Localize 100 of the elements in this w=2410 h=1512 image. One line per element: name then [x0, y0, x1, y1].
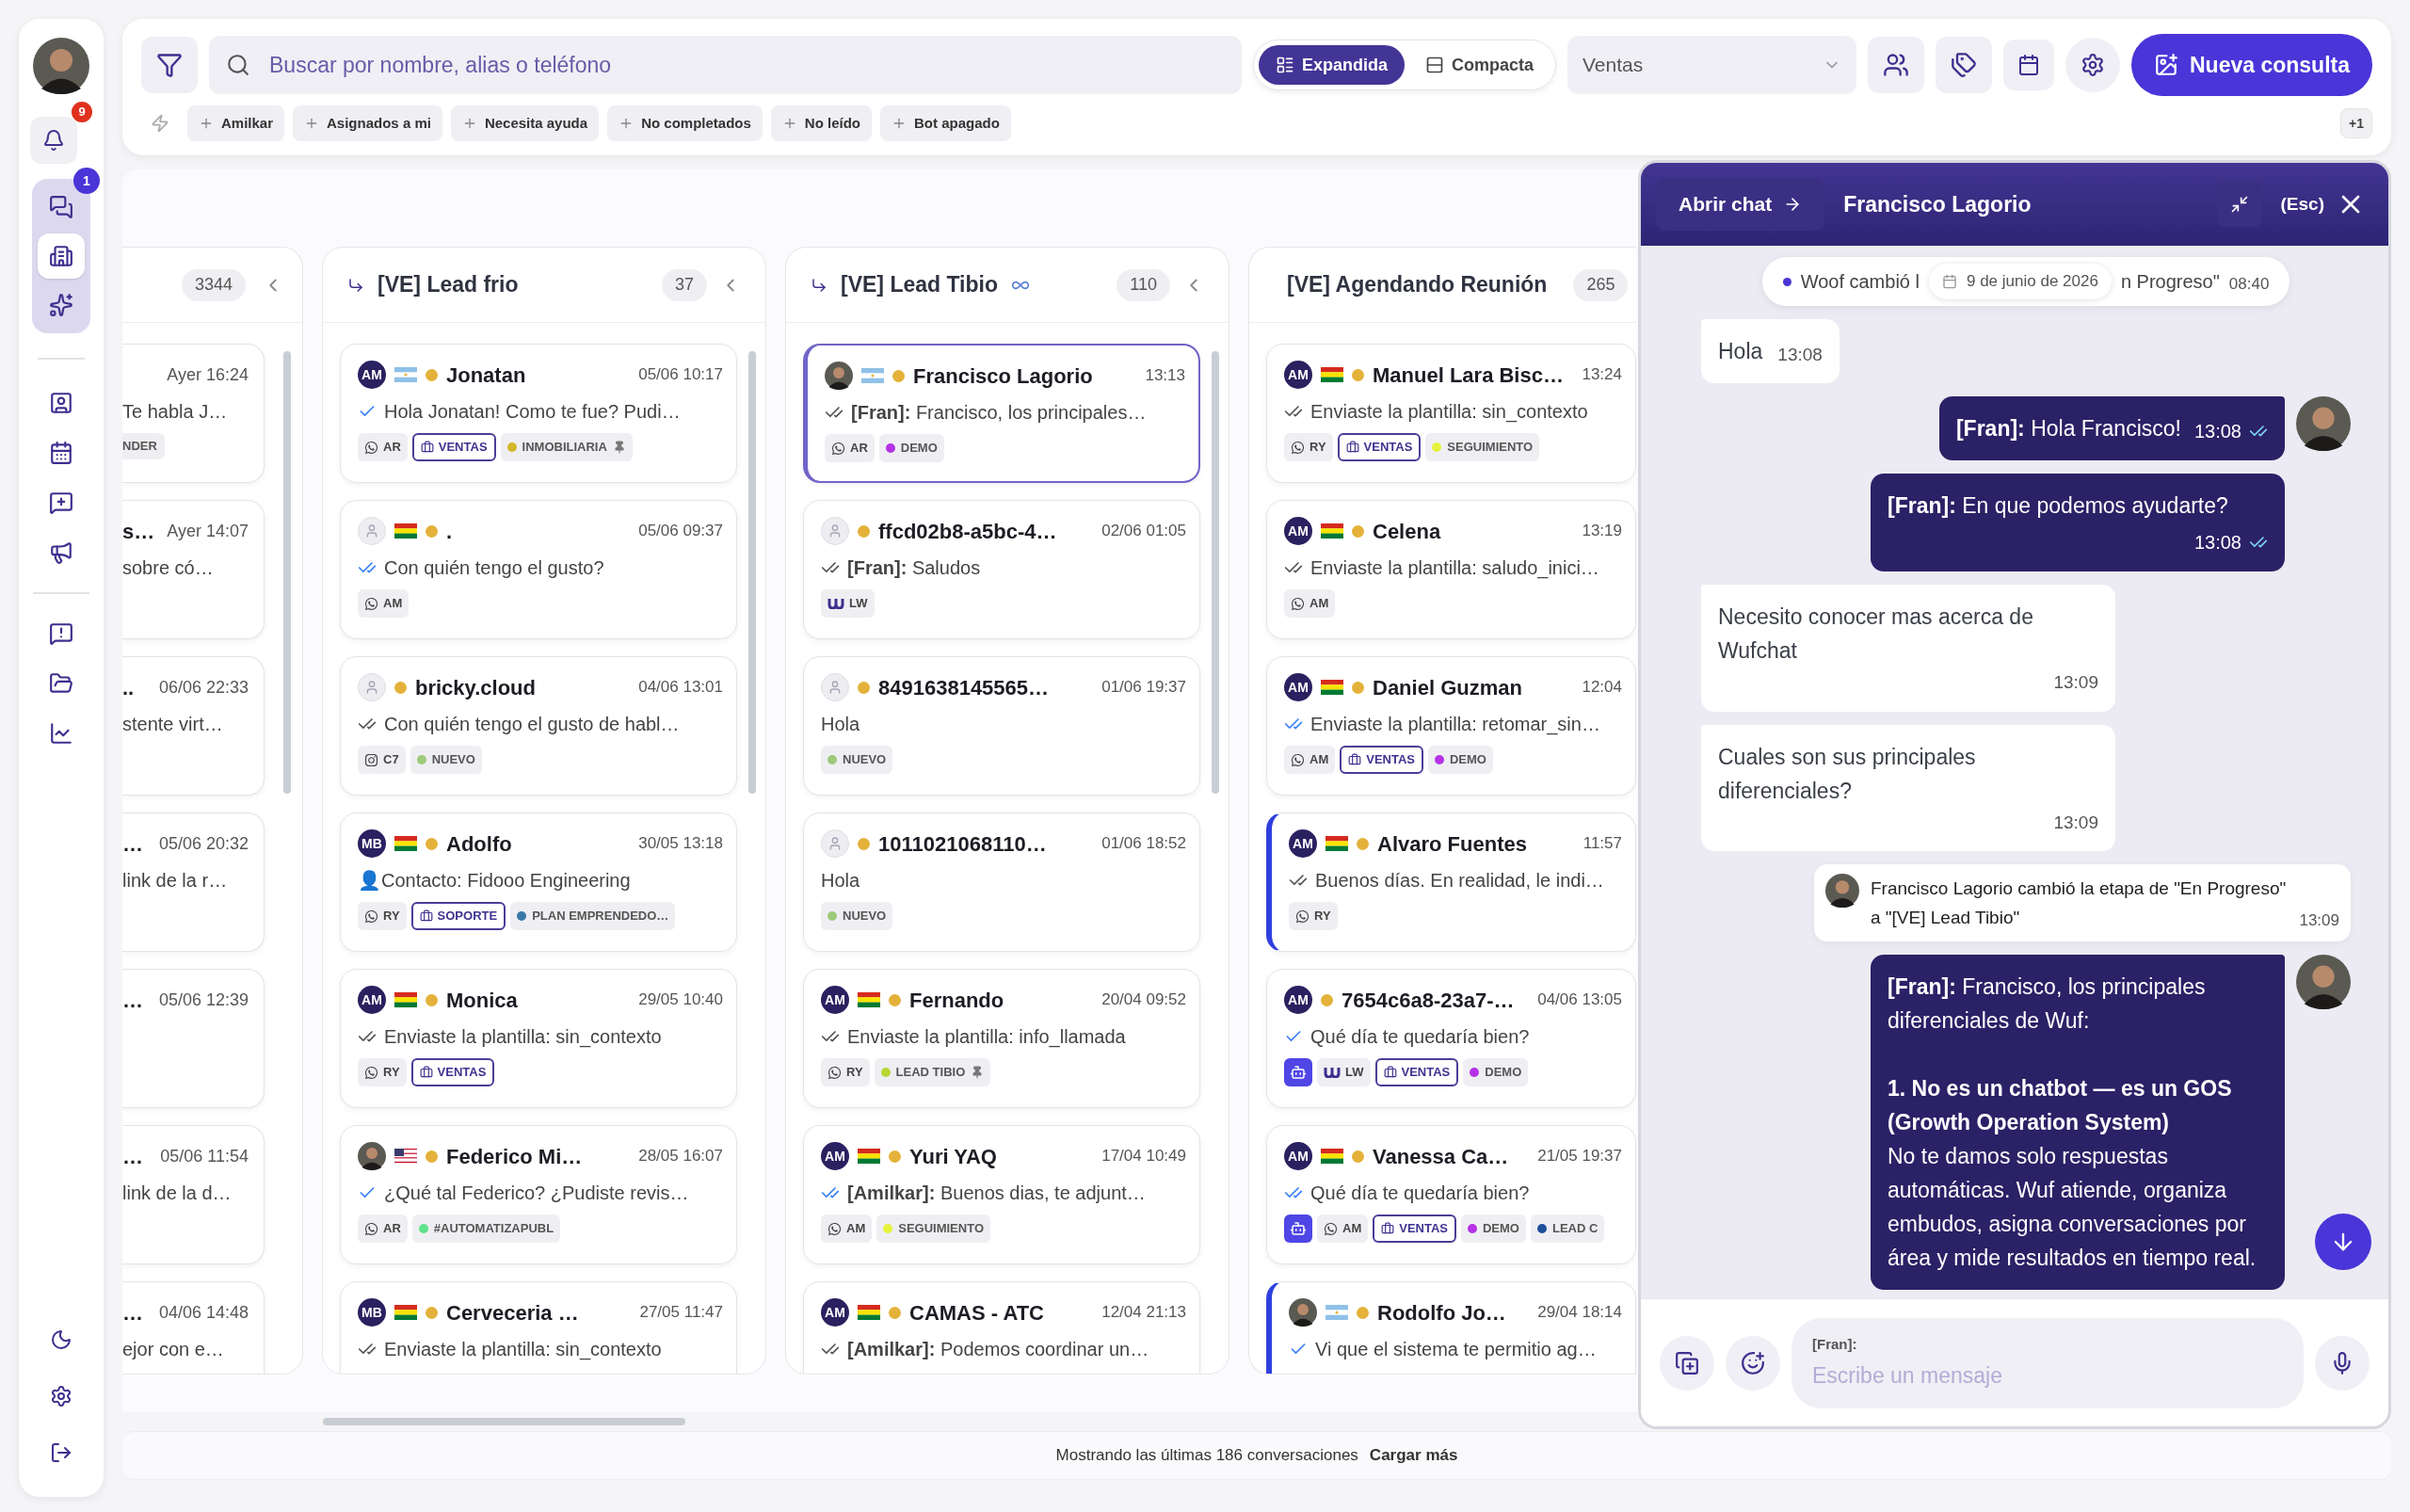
conversation-card[interactable]: AM 7654c6a8-23a7-… 04/06 13:05 Qué día te quedaría bien? LW VENTAS DEMO	[1266, 969, 1636, 1108]
conversation-card[interactable]: AM Yuri YAQ 17/04 10:49 [Amilkar]: Buenos dias, te adjunt… AM SEGUIMIENTO	[803, 1125, 1200, 1264]
minimize-button[interactable]	[2216, 182, 2262, 227]
nav-button[interactable]	[38, 233, 85, 279]
quick-filter-chip[interactable]: No leído	[770, 105, 872, 141]
conversation-card[interactable]: AM Fernando 20/04 09:52 Enviaste la plantilla: info_llamada RY LEAD TIBIO	[803, 969, 1200, 1108]
avatar: AM	[821, 1142, 849, 1170]
avatar: AM	[358, 986, 386, 1014]
timestamp: 13:09	[2299, 909, 2339, 931]
quick-filter-chip[interactable]: Amilkar	[187, 105, 285, 141]
conversation-card[interactable]: … 05/06 11:54 link de la d…	[122, 1125, 265, 1264]
plus-icon	[892, 116, 907, 131]
tag-label: AM	[1309, 751, 1329, 769]
message-field[interactable]: [Fran]: Escribe un mensaje	[1791, 1317, 2304, 1408]
conversation-card[interactable]: AM Manuel Lara Bisc… 13:24 Enviaste la plantilla: sin_contexto RY VENTAS SEGUIMIENTO	[1266, 344, 1636, 483]
tags-button[interactable]	[1936, 37, 1992, 93]
conversation-card[interactable]: 8491638145565… 01/06 19:37 Hola NUEVO	[803, 656, 1200, 796]
whatsapp-icon	[1291, 752, 1305, 767]
tag-label: C7	[383, 751, 399, 769]
conversation-card[interactable]: bricky.cloud 04/06 13:01 Con quién tengo el gusto de habl… C7 NUEVO	[340, 656, 737, 796]
message-preview: [Amilkar]: Podemos coordinar un…	[847, 1338, 1149, 1361]
conversation-card[interactable]: .. 06/06 22:33 stente virt…	[122, 656, 265, 796]
briefcase-icon	[1381, 1222, 1395, 1235]
tag-label: SOPORTE	[437, 908, 498, 925]
conversation-card[interactable]: AM Monica 29/05 10:40 Enviaste la plantilla: sin_contexto RY VENTAS	[340, 969, 737, 1108]
conversation-card[interactable]: . 05/06 09:37 Con quién tengo el gusto? AM	[340, 500, 737, 639]
contact-name: …	[122, 1143, 143, 1170]
message-preview: Con quién tengo el gusto de habl…	[384, 713, 680, 736]
scroll-down-button[interactable]	[2315, 1214, 2371, 1270]
conversation-card[interactable]: s… Ayer 14:07 sobre có…	[122, 500, 265, 639]
view-mode-tab[interactable]: Expandida	[1258, 45, 1405, 85]
conversation-card[interactable]: MB Cerveceria … 27/05 11:47 Enviaste la plantilla: sin_contexto	[340, 1281, 737, 1374]
conversation-card[interactable]: AM Jonatan 05/06 10:17 Hola Jonatan! Como te fue? Pudi… AR VENTAS INMOBILIARIA	[340, 344, 737, 483]
conversation-card[interactable]: … 05/06 20:32 link de la r…	[122, 812, 265, 952]
conversation-card[interactable]: MB Adolfo 30/05 13:18 👤Contacto: Fidooo Engineering RY SOPORTE PLAN EMPRENDEDO…	[340, 812, 737, 952]
calendar-icon	[49, 441, 73, 465]
view-mode-tab[interactable]: Compacta	[1407, 45, 1550, 85]
search-input[interactable]: Buscar por nombre, alias o teléfono	[269, 48, 1225, 82]
whatsapp-icon	[831, 441, 845, 456]
avatar: AM	[358, 361, 386, 389]
message-preview: Hola Jonatan! Como te fue? Pudi…	[384, 400, 681, 424]
notifications-button[interactable]	[30, 117, 77, 164]
filter-button[interactable]	[141, 37, 198, 93]
message-preview: link de la r…	[122, 869, 228, 893]
sender-prefix: [Fran]:	[1812, 1335, 1858, 1354]
conversation-card[interactable]: … 05/06 12:39	[122, 969, 265, 1108]
timestamp: 11:57	[1583, 833, 1622, 855]
conversation-card[interactable]: AM Alvaro Fuentes 11:57 Buenos días. En realidad, le indi… RY	[1266, 812, 1636, 952]
avatar: AM	[1289, 829, 1317, 858]
conversation-card[interactable]: AM Celena 13:19 Enviaste la plantilla: saludo_inici… AM	[1266, 500, 1636, 639]
tag-label: NUEVO	[843, 908, 887, 925]
conversation-card[interactable]: 1011021068110… 01/06 18:52 Hola NUEVO	[803, 812, 1200, 952]
conversation-card[interactable]: Rodolfo Jo… 29/04 18:14 Vi que el sistema te permitio ag…	[1266, 1281, 1636, 1374]
quick-filter-chip[interactable]: Asignados a mi	[293, 105, 442, 141]
pipeline-select[interactable]: Ventas	[1567, 36, 1856, 94]
users-icon	[1883, 52, 1909, 78]
contact-name: Manuel Lara Bisc…	[1373, 362, 1564, 389]
timestamp: 30/05 13:18	[638, 833, 723, 855]
conversation-card[interactable]: AM Vanessa Ca… 21/05 19:37 Qué día te quedaría bien? AM VENTAS DEMO LEAD C	[1266, 1125, 1636, 1264]
message-preview: 👤Contacto: Fidooo Engineering	[358, 869, 631, 893]
conversation-card[interactable]: Francisco Lagorio 13:13 [Fran]: Francisco, los principales… AR DEMO	[803, 344, 1200, 483]
whatsapp-icon	[364, 909, 378, 924]
whatsapp-icon	[364, 1065, 378, 1080]
conversation-card[interactable]: ffcd02b8-a5bc-4… 02/06 01:05 [Fran]: Saludos LW	[803, 500, 1200, 639]
conversation-card[interactable]: AM Daniel Guzman 12:04 Enviaste la plantilla: retomar_sin… AM VENTAS DEMO	[1266, 656, 1636, 796]
avatar: MB	[358, 1298, 386, 1327]
conversation-card[interactable]: AM CAMAS - ATC 12/04 21:13 [Amilkar]: Podemos coordinar un…	[803, 1281, 1200, 1374]
timestamp: 28/05 16:07	[638, 1146, 723, 1167]
timestamp: 04/06 13:05	[1537, 989, 1622, 1011]
notification-badge: 9	[72, 102, 92, 122]
timestamp: Ayer 14:07	[167, 520, 249, 542]
contact-name: Daniel Guzman	[1373, 674, 1522, 701]
load-more-link[interactable]: Cargar más	[1369, 1443, 1458, 1468]
avatar: AM	[1284, 673, 1312, 701]
search-field[interactable]: Buscar por nombre, alias o teléfono	[209, 36, 1242, 94]
message-preview: Enviaste la plantilla: saludo_inici…	[1310, 556, 1599, 581]
calendar-button[interactable]	[2003, 40, 2054, 90]
team-button[interactable]	[1868, 37, 1924, 93]
whatsapp-icon	[1295, 909, 1309, 924]
contact-name: 7654c6a8-23a7-…	[1342, 987, 1515, 1014]
new-inquiry-button[interactable]: Nueva consulta	[2131, 34, 2372, 96]
quick-filter-chip[interactable]: Necesita ayuda	[450, 105, 600, 141]
tags-icon	[1951, 52, 1977, 78]
tag-label: VENTAS	[437, 1064, 487, 1082]
message-plus-icon	[49, 491, 73, 515]
message-preview: Enviaste la plantilla: sin_contexto	[384, 1025, 662, 1050]
conversation-card[interactable]: … 04/06 14:48 ejor con e…	[122, 1281, 265, 1374]
open-chat-button[interactable]: Abrir chat	[1656, 178, 1825, 231]
timestamp: 12:04	[1582, 677, 1622, 699]
conversation-card[interactable]: Federico Mi… 28/05 16:07 ¿Qué tal Federico? ¿Pudiste revis… AR #AUTOMATIZAPUBL	[340, 1125, 737, 1264]
message-preview: Enviaste la plantilla: sin_contexto	[1310, 400, 1588, 425]
conversation-card[interactable]: Ayer 16:24 Te habla J… NDER	[122, 344, 265, 483]
close-button[interactable]: (Esc)	[2280, 182, 2373, 227]
message-preview: Enviaste la plantilla: info_llamada	[847, 1025, 1126, 1050]
tag-label: LEAD C	[1552, 1220, 1599, 1238]
quick-filter-chip[interactable]: No completados	[607, 105, 763, 141]
contact-icon	[49, 391, 73, 415]
message-input[interactable]: Escribe un mensaje	[1812, 1359, 2283, 1391]
avatar: AM	[1284, 986, 1312, 1014]
quick-filter-chip[interactable]: Bot apagado	[880, 105, 1011, 141]
